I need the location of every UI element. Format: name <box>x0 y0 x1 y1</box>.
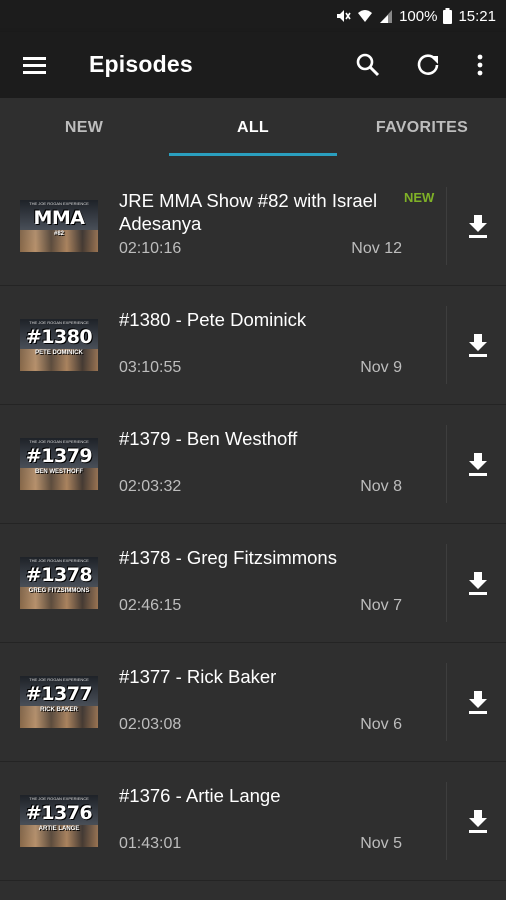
search-button[interactable] <box>354 51 382 79</box>
download-button[interactable] <box>466 451 490 477</box>
episode-duration: 01:43:01 <box>119 835 182 852</box>
download-icon <box>469 215 487 238</box>
download-icon <box>469 810 487 833</box>
episode-duration: 02:46:15 <box>119 597 182 614</box>
download-icon <box>469 334 487 357</box>
refresh-icon <box>417 54 439 75</box>
download-button[interactable] <box>466 689 490 715</box>
menu-icon <box>23 57 46 74</box>
episode-thumbnail: THE JOE ROGAN EXPERIENCE #1377 RICK BAKE… <box>20 676 98 728</box>
battery-icon <box>443 8 453 24</box>
episode-duration: 02:03:32 <box>119 478 182 495</box>
episode-title: #1377 - Rick Baker <box>119 666 277 687</box>
tab-new[interactable]: NEW <box>0 98 168 158</box>
episode-thumbnail: THE JOE ROGAN EXPERIENCE #1380 PETE DOMI… <box>20 319 98 371</box>
episode-thumbnail: THE JOE ROGAN EXPERIENCE #1376 ARTIE LAN… <box>20 795 98 847</box>
episode-row[interactable]: THE JOE ROGAN EXPERIENCE #1379 BEN WESTH… <box>0 405 506 524</box>
episode-thumbnail: THE JOE ROGAN EXPERIENCE MMA #82 <box>20 200 98 252</box>
episode-duration: 02:10:16 <box>119 240 182 257</box>
active-tab-indicator <box>169 153 337 156</box>
signal-icon <box>380 10 393 23</box>
episode-title: JRE MMA Show #82 with Israel Adesanya <box>119 190 378 234</box>
download-icon <box>469 691 487 714</box>
episode-date: Nov 12 <box>351 240 402 257</box>
episode-row[interactable]: THE JOE ROGAN EXPERIENCE MMA #82 JRE MMA… <box>0 167 506 286</box>
episode-row[interactable]: THE JOE ROGAN EXPERIENCE #1376 ARTIE LAN… <box>0 762 506 881</box>
row-divider <box>446 187 447 265</box>
thumbnail-guest-name: RICK BAKER <box>40 707 78 713</box>
wifi-icon <box>358 10 373 22</box>
download-button[interactable] <box>466 570 490 596</box>
clock: 15:21 <box>458 7 496 25</box>
thumbnail-episode-number: #1377 <box>25 683 93 705</box>
more-options-button[interactable] <box>466 51 494 79</box>
episode-row[interactable]: THE JOE ROGAN EXPERIENCE #1380 PETE DOMI… <box>0 286 506 405</box>
episode-thumbnail: THE JOE ROGAN EXPERIENCE #1379 BEN WESTH… <box>20 438 98 490</box>
episode-date: Nov 5 <box>360 835 402 852</box>
episode-date: Nov 6 <box>360 716 402 733</box>
row-divider <box>446 544 447 622</box>
tab-bar: NEW ALL FAVORITES <box>0 98 506 158</box>
page-title: Episodes <box>89 51 193 77</box>
thumbnail-guest-name: ARTIE LANGE <box>38 826 80 832</box>
episode-row[interactable]: THE JOE ROGAN EXPERIENCE #1378 GREG FITZ… <box>0 524 506 643</box>
mute-icon <box>337 10 351 22</box>
episode-title: #1378 - Greg Fitzsimmons <box>119 547 337 568</box>
thumbnail-episode-number: #1380 <box>25 326 93 348</box>
download-icon <box>469 453 487 476</box>
tab-favorites[interactable]: FAVORITES <box>338 98 506 158</box>
thumbnail-episode-number: MMA <box>33 207 85 229</box>
episode-date: Nov 8 <box>360 478 402 495</box>
menu-button[interactable] <box>22 53 48 77</box>
thumbnail-guest-name: GREG FITZSIMMONS <box>28 588 90 594</box>
episode-list: THE JOE ROGAN EXPERIENCE MMA #82 JRE MMA… <box>0 167 506 881</box>
download-button[interactable] <box>466 808 490 834</box>
search-icon <box>356 53 380 77</box>
thumbnail-episode-number: #1378 <box>25 564 93 586</box>
thumbnail-guest-name: PETE DOMINICK <box>35 350 83 356</box>
tab-all[interactable]: ALL <box>169 98 337 158</box>
thumbnail-guest-name: BEN WESTHOFF <box>35 469 83 475</box>
download-icon <box>469 572 487 595</box>
episode-thumbnail: THE JOE ROGAN EXPERIENCE #1378 GREG FITZ… <box>20 557 98 609</box>
row-divider <box>446 425 447 503</box>
refresh-button[interactable] <box>414 51 442 79</box>
status-bar: 100% 15:21 <box>0 0 506 32</box>
episode-title: #1376 - Artie Lange <box>119 785 281 806</box>
episode-duration: 02:03:08 <box>119 716 182 733</box>
download-button[interactable] <box>466 213 490 239</box>
download-button[interactable] <box>466 332 490 358</box>
episode-title: #1379 - Ben Westhoff <box>119 428 298 449</box>
new-badge: NEW <box>404 190 435 205</box>
episode-date: Nov 7 <box>360 597 402 614</box>
episode-title: #1380 - Pete Dominick <box>119 309 307 330</box>
thumbnail-episode-number: #1376 <box>25 802 93 824</box>
row-divider <box>446 306 447 384</box>
thumbnail-episode-number: #1379 <box>25 445 93 467</box>
thumbnail-guest-name: #82 <box>53 231 64 237</box>
row-divider <box>446 782 447 860</box>
more-vert-icon <box>477 54 483 76</box>
episode-date: Nov 9 <box>360 359 402 376</box>
episode-duration: 03:10:55 <box>119 359 182 376</box>
app-bar: Episodes <box>0 32 506 98</box>
episode-row[interactable]: THE JOE ROGAN EXPERIENCE #1377 RICK BAKE… <box>0 643 506 762</box>
battery-percent: 100% <box>399 7 438 25</box>
row-divider <box>446 663 447 741</box>
